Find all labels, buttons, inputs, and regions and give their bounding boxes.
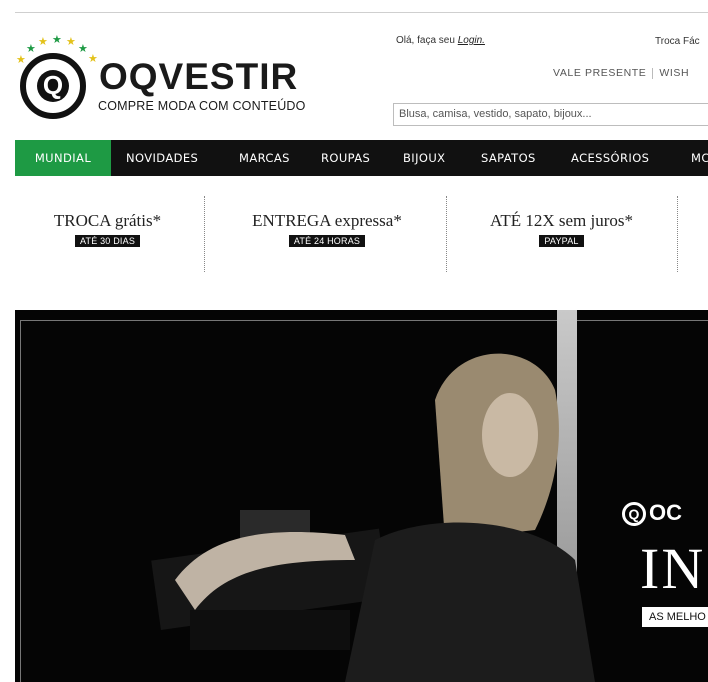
star-icon: ★ — [88, 52, 98, 65]
star-icon: ★ — [78, 42, 88, 55]
benefit-troca[interactable]: TROCA grátis* ATÉ 30 DIAS — [40, 211, 175, 249]
greeting: Olá, faça seu Login. — [396, 35, 485, 46]
brand-tagline: COMPRE MODA COM CONTEÚDO — [98, 99, 306, 113]
hero-brand-logo: Q OC — [622, 500, 682, 527]
benefit-badge: ATÉ 24 HORAS — [288, 235, 366, 247]
hero-banner[interactable] — [15, 310, 708, 682]
nav-item-more[interactable]: MC — [691, 140, 708, 176]
main-nav: MUNDIAL NOVIDADES MARCAS ROUPAS BIJOUX S… — [15, 140, 708, 176]
star-icon: ★ — [38, 35, 48, 48]
nav-item-roupas[interactable]: ROUPAS — [321, 140, 370, 176]
site-logo[interactable]: ★ ★ ★ ★ ★ ★ ★ Q OQVESTIR COMPRE MODA COM… — [12, 34, 312, 124]
star-icon: ★ — [66, 35, 76, 48]
hero-headline: IN — [640, 536, 706, 601]
benefit-title: ATÉ 12X sem juros* — [489, 211, 634, 230]
wishlist-link[interactable]: WISH — [659, 67, 689, 79]
star-icon: ★ — [16, 53, 26, 66]
benefit-title: ENTREGA expressa* — [252, 211, 402, 230]
benefit-divider — [204, 196, 205, 272]
search-input[interactable]: Blusa, camisa, vestido, sapato, bijoux..… — [393, 103, 708, 126]
top-divider — [15, 12, 708, 13]
q-logo-icon: Q — [622, 502, 646, 527]
benefit-badge: PAYPAL — [539, 235, 584, 247]
star-icon: ★ — [52, 33, 62, 46]
hero-model-image — [151, 353, 595, 682]
nav-item-mundial[interactable]: MUNDIAL — [15, 140, 111, 176]
benefit-entrega[interactable]: ENTREGA expressa* ATÉ 24 HORAS — [232, 211, 422, 249]
benefit-divider — [677, 196, 678, 272]
nav-item-novidades[interactable]: NOVIDADES — [126, 140, 198, 176]
vale-presente-link[interactable]: VALE PRESENTE — [553, 67, 646, 79]
header-links: VALE PRESENTE WISH — [553, 67, 689, 79]
benefit-badge: ATÉ 30 DIAS — [74, 235, 141, 247]
nav-item-marcas[interactable]: MARCAS — [239, 140, 290, 176]
benefit-divider — [446, 196, 447, 272]
link-divider — [652, 67, 654, 79]
nav-item-bijoux[interactable]: BIJOUX — [403, 140, 445, 176]
nav-item-acessorios[interactable]: ACESSÓRIOS — [571, 140, 649, 176]
nav-item-sapatos[interactable]: SAPATOS — [481, 140, 536, 176]
brand-name: OQVESTIR — [99, 56, 299, 97]
troca-facil-link[interactable]: Troca Fác — [655, 36, 700, 47]
login-link[interactable]: Login. — [458, 35, 485, 46]
star-icon: ★ — [26, 42, 36, 55]
benefit-parcelas[interactable]: ATÉ 12X sem juros* PAYPAL — [474, 211, 649, 249]
hero-tagline: AS MELHO — [642, 607, 708, 627]
greeting-text: Olá, faça seu — [396, 35, 458, 46]
benefit-title: TROCA grátis* — [53, 211, 162, 230]
hero-brand-text: OC — [649, 500, 682, 525]
logo-q-icon: Q — [20, 53, 86, 119]
